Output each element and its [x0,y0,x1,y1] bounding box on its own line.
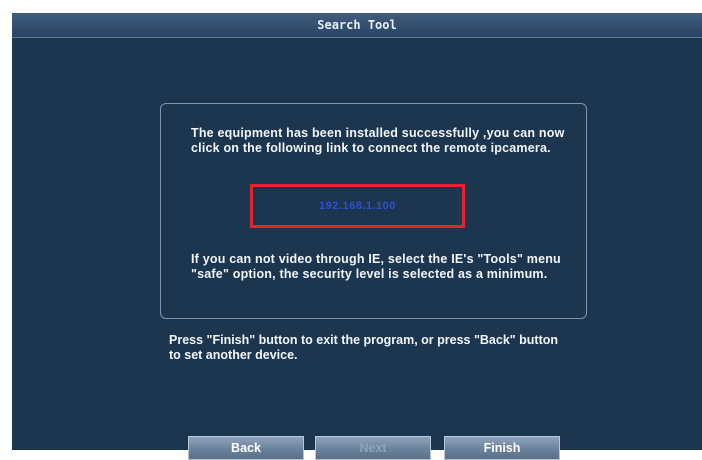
camera-link-highlight: 192.168.1.100 [250,184,465,228]
info-panel: The equipment has been installed success… [160,103,587,319]
finish-button[interactable]: Finish [444,436,560,460]
back-button[interactable]: Back [188,436,304,460]
install-success-message: The equipment has been installed success… [191,126,565,155]
search-tool-window: Search Tool The equipment has been insta… [12,13,702,460]
title-bar: Search Tool [12,13,702,38]
content-area: The equipment has been installed success… [12,38,702,460]
window-title: Search Tool [317,18,397,32]
finish-instruction-message: Press "Finish" button to exit the progra… [169,333,559,362]
next-button[interactable]: Next [315,436,431,460]
ie-security-message: If you can not video through IE, select … [191,252,561,281]
camera-link[interactable]: 192.168.1.100 [253,187,462,225]
